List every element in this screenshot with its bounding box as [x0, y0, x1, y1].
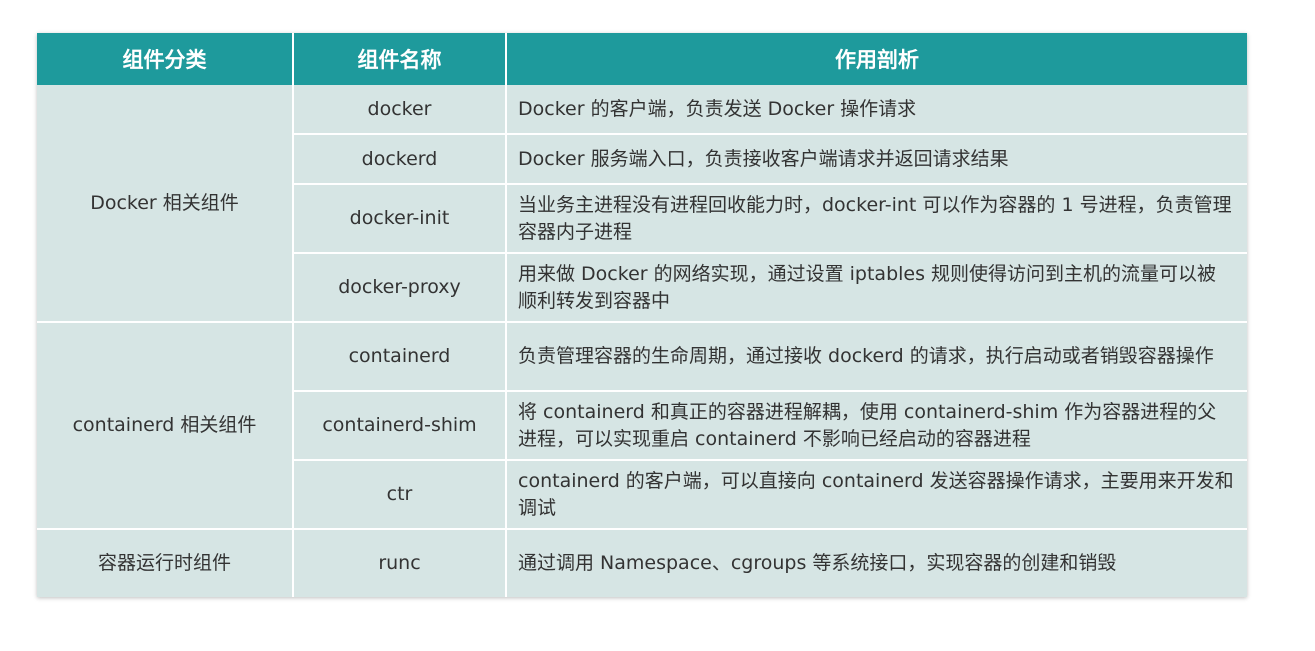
component-name-cell: docker	[292, 85, 507, 135]
header-row: 组件分类 组件名称 作用剖析	[37, 33, 1247, 85]
component-description-cell: 用来做 Docker 的网络实现，通过设置 iptables 规则使得访问到主机…	[505, 252, 1247, 323]
component-description-cell: 通过调用 Namespace、cgroups 等系统接口，实现容器的创建和销毁	[505, 528, 1247, 597]
component-description-cell: Docker 的客户端，负责发送 Docker 操作请求	[505, 85, 1247, 135]
header-description: 作用剖析	[506, 33, 1247, 85]
component-name-cell: runc	[292, 528, 507, 597]
category-cell: containerd 相关组件	[37, 321, 294, 530]
component-name-cell: docker-init	[293, 183, 507, 254]
table-row: containerd 相关组件 containerd 负责管理容器的生命周期，通…	[37, 321, 1247, 530]
component-description-cell: containerd 的客户端，可以直接向 containerd 发送容器操作请…	[505, 459, 1247, 530]
component-table-container: 组件分类 组件名称 作用剖析 Docker 相关组件 docker Docker…	[37, 33, 1247, 597]
component-description-cell: 当业务主进程没有进程回收能力时，docker-int 可以作为容器的 1 号进程…	[505, 183, 1247, 254]
component-name-cell: containerd	[292, 321, 507, 392]
component-description-cell: Docker 服务端入口，负责接收客户端请求并返回请求结果	[505, 133, 1247, 185]
table-row: 容器运行时组件 runc 通过调用 Namespace、cgroups 等系统接…	[37, 528, 1247, 597]
category-cell: 容器运行时组件	[37, 528, 294, 597]
header-name: 组件名称	[293, 33, 507, 85]
component-name-cell: containerd-shim	[293, 390, 507, 461]
component-name-cell: dockerd	[293, 133, 507, 185]
component-name-cell: ctr	[293, 459, 507, 530]
table-row: Docker 相关组件 docker Docker 的客户端，负责发送 Dock…	[37, 85, 1247, 323]
category-cell: Docker 相关组件	[37, 85, 294, 323]
component-description-cell: 负责管理容器的生命周期，通过接收 dockerd 的请求，执行启动或者销毁容器操…	[505, 321, 1247, 392]
component-description-cell: 将 containerd 和真正的容器进程解耦，使用 containerd-sh…	[505, 390, 1247, 461]
component-table: 组件分类 组件名称 作用剖析 Docker 相关组件 docker Docker…	[37, 33, 1247, 597]
component-name-cell: docker-proxy	[293, 252, 507, 323]
header-category: 组件分类	[37, 33, 294, 85]
